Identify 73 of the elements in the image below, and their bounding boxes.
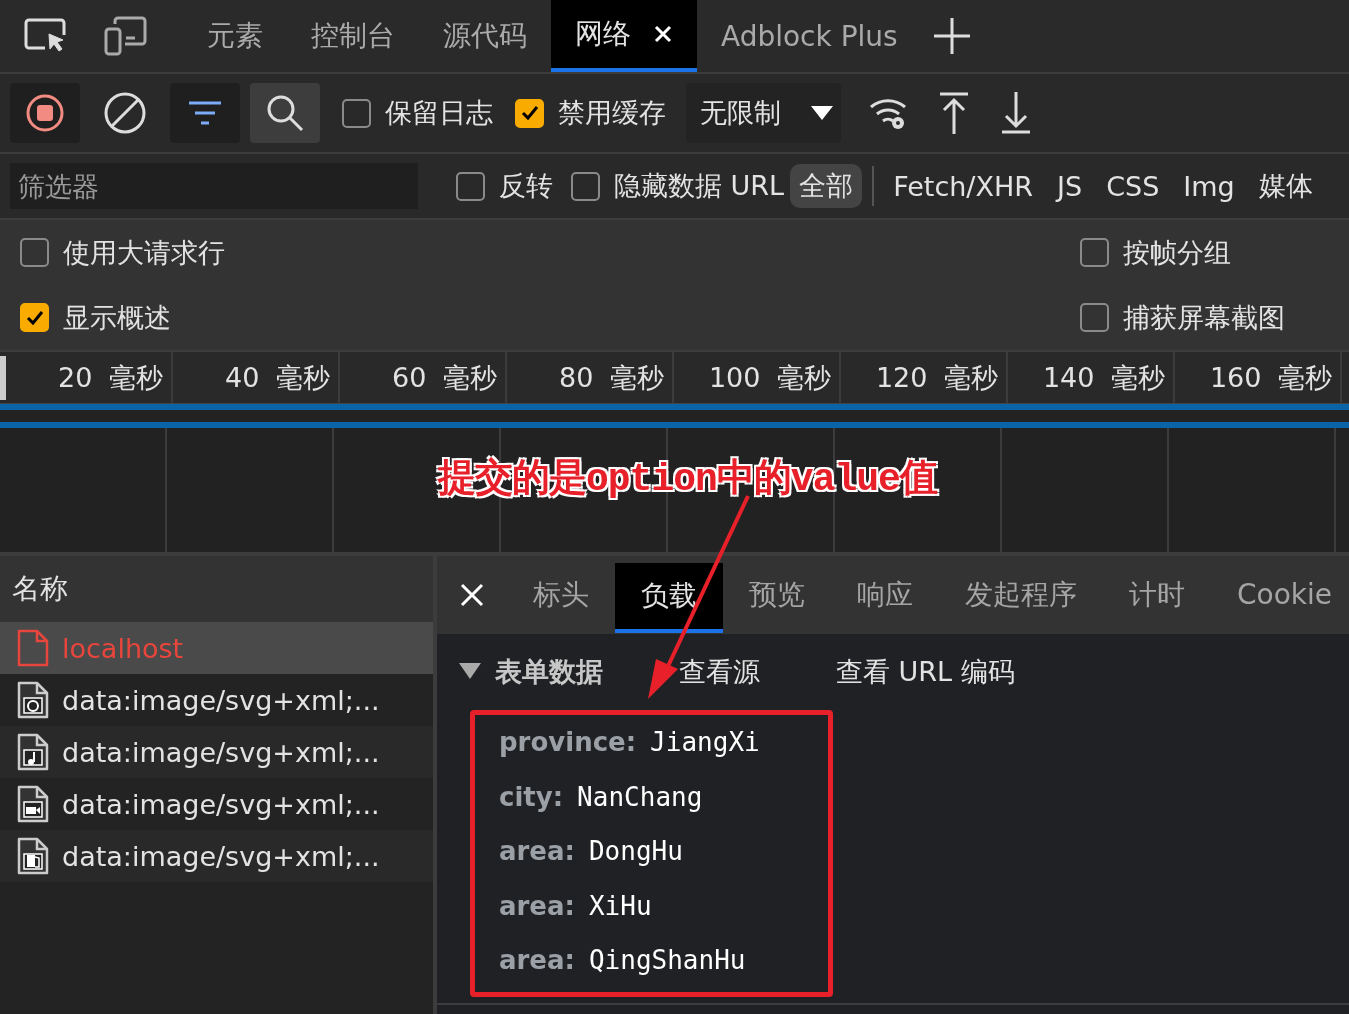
checkbox[interactable]	[1080, 238, 1109, 267]
plus-icon[interactable]	[931, 16, 972, 56]
device-toggle-icon[interactable]	[103, 15, 149, 57]
view-link[interactable]: 查看 URL 编码	[836, 654, 1015, 690]
type-filter[interactable]: JS	[1048, 166, 1092, 206]
search-button[interactable]	[250, 83, 320, 143]
tab[interactable]: Adblock Plus	[697, 0, 922, 72]
search-icon	[266, 94, 304, 132]
tab[interactable]: 控制台	[287, 0, 419, 72]
checkbox-label[interactable]: 反转	[499, 168, 553, 204]
file-icon	[16, 628, 50, 668]
tab[interactable]: 响应	[831, 559, 939, 631]
type-filter[interactable]: Fetch/XHR	[884, 166, 1043, 206]
request-row[interactable]: data:image/svg+xml;...	[0, 830, 433, 882]
record-button[interactable]	[10, 83, 80, 143]
checkbox-label[interactable]: 显示概述	[63, 299, 171, 336]
checkbox[interactable]	[342, 98, 371, 128]
field-value: DongHu	[588, 836, 683, 867]
close-icon[interactable]	[459, 582, 485, 608]
checkbox-label[interactable]: 使用大请求行	[63, 234, 225, 271]
field-value: XiHu	[588, 890, 652, 921]
file-icon	[16, 836, 50, 876]
field-value: NanChang	[577, 781, 703, 812]
field-key: area:	[499, 836, 575, 867]
field-value: JiangXi	[650, 727, 760, 758]
checkbox-label[interactable]: 禁用缓存	[558, 95, 666, 131]
type-filter[interactable]: 媒体	[1249, 164, 1322, 208]
tab[interactable]: 发起程序	[939, 559, 1103, 631]
column-header: 名称	[0, 556, 433, 622]
caret-icon	[811, 106, 833, 120]
tab[interactable]: 元素	[183, 0, 287, 72]
upload-icon[interactable]	[937, 91, 971, 135]
tab[interactable]: 计时	[1103, 559, 1211, 631]
field-value: QingShanHu	[588, 945, 746, 976]
clear-icon	[103, 91, 147, 135]
checkbox-label[interactable]: 按帧分组	[1123, 234, 1231, 271]
close-icon[interactable]	[653, 24, 673, 44]
file-icon	[16, 732, 50, 772]
triangle-icon[interactable]	[459, 663, 481, 681]
checkbox[interactable]	[1080, 303, 1109, 332]
record-icon	[25, 93, 65, 133]
field-key: area:	[499, 890, 575, 921]
field-key: province:	[499, 727, 637, 758]
checkbox[interactable]	[571, 171, 600, 201]
checkbox-label[interactable]: 保留日志	[385, 95, 493, 131]
tab[interactable]: 源代码	[419, 0, 551, 72]
throttle-dropdown[interactable]: 无限制	[686, 83, 841, 143]
filter-button[interactable]	[170, 83, 240, 143]
tab[interactable]: 预览	[723, 559, 831, 631]
tab[interactable]: 标头	[507, 559, 615, 631]
tab[interactable]: 网络	[551, 0, 697, 72]
type-filter[interactable]: CSS	[1097, 166, 1169, 206]
checkbox[interactable]	[20, 238, 49, 267]
download-icon[interactable]	[999, 91, 1033, 135]
type-filter[interactable]: Img	[1174, 166, 1244, 206]
checkbox[interactable]	[20, 303, 49, 332]
section-title[interactable]: 表单数据	[495, 654, 603, 690]
checkbox-label[interactable]: 隐藏数据 URL	[614, 168, 785, 204]
field-key: area:	[499, 945, 575, 976]
file-icon	[16, 784, 50, 824]
file-icon	[16, 680, 50, 720]
field-key: city:	[499, 781, 564, 812]
type-filter[interactable]: 全部	[790, 164, 863, 208]
filter-field[interactable]: 筛选器	[10, 163, 418, 209]
checkbox[interactable]	[456, 171, 485, 201]
view-link[interactable]: 查看源	[679, 654, 760, 690]
request-row[interactable]: data:image/svg+xml;...	[0, 726, 433, 778]
checkbox-label[interactable]: 捕获屏幕截图	[1123, 299, 1285, 336]
checkbox[interactable]	[515, 98, 544, 128]
filter-icon	[188, 100, 222, 126]
tab[interactable]: 负载	[615, 563, 723, 633]
tab[interactable]: Cookie	[1211, 559, 1349, 631]
annotation-text: 提交的是option中的value值	[438, 456, 937, 503]
